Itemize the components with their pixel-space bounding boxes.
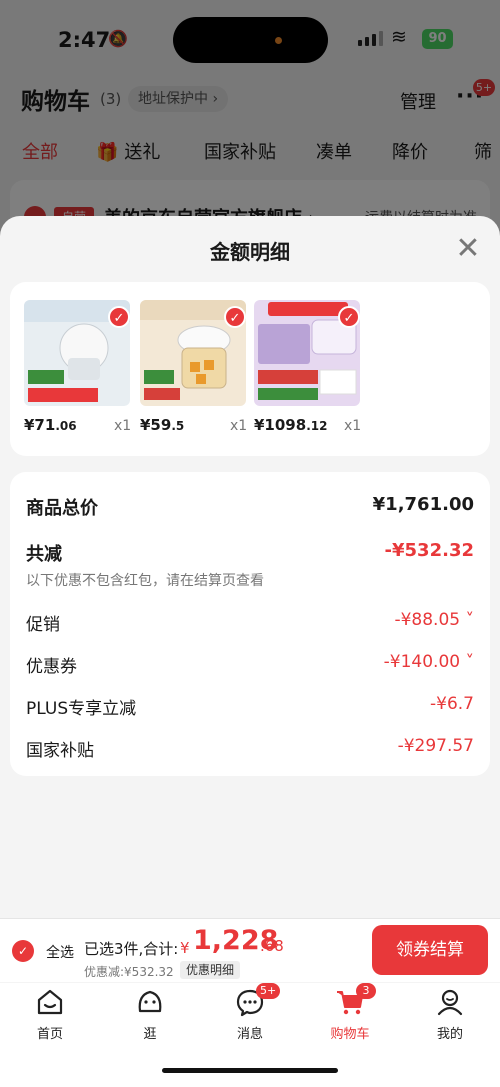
total-price-label: 商品总价 bbox=[26, 498, 98, 519]
promo-value: -¥88.05 ˅ bbox=[394, 610, 474, 630]
reduced-note: 以下优惠不包含红包，请在结算页查看 bbox=[26, 573, 264, 589]
price-dec: .5 bbox=[171, 419, 185, 433]
product-thumbnails: ✓ ¥71.06 x1 ✓ ¥59.5 x1 ✓ ¥1098.12 x1 bbox=[10, 282, 490, 456]
tab-profile-label: 我的 bbox=[436, 1027, 463, 1042]
total-reduced-value: -¥532.32 bbox=[384, 540, 474, 561]
product-price: ¥59.5 bbox=[140, 416, 184, 434]
price-int: ¥1098 bbox=[254, 416, 307, 434]
plus-discount-label: PLUS专享立减 bbox=[26, 699, 137, 719]
profile-icon bbox=[437, 989, 463, 1016]
close-icon[interactable]: ✕ bbox=[452, 234, 484, 266]
sheet-title: 金额明细 bbox=[210, 240, 290, 264]
tab-profile[interactable]: 我的 bbox=[410, 983, 490, 1042]
product-check-icon[interactable]: ✓ bbox=[108, 306, 130, 328]
price-int: ¥59 bbox=[140, 416, 172, 434]
tab-home-label: 首页 bbox=[36, 1027, 63, 1042]
total-currency: ¥ bbox=[180, 939, 190, 957]
cart-badge: 3 bbox=[356, 983, 376, 999]
discount-summary: 优惠减:¥532.32 bbox=[84, 965, 174, 979]
tab-discover[interactable]: 逛 bbox=[110, 983, 190, 1042]
select-all-check-icon[interactable]: ✓ bbox=[12, 940, 34, 962]
bottom-tab-bar: 首页 逛 5+ 消息 3 购物车 我的 bbox=[0, 983, 500, 1087]
coupon-label: 优惠券 bbox=[26, 657, 77, 677]
tab-cart-label: 购物车 bbox=[330, 1027, 370, 1042]
amount-breakdown: 商品总价 ¥1,761.00 共减 -¥532.32 以下优惠不包含红包，请在结… bbox=[10, 472, 490, 776]
product-qty: x1 bbox=[114, 418, 132, 434]
tab-messages[interactable]: 5+ 消息 bbox=[210, 983, 290, 1042]
national-subsidy-value: -¥297.57 bbox=[397, 736, 474, 756]
checkout-bar: ✓ 全选 已选3件,合计: ¥ 1,228 .68 优惠减:¥532.32 优惠… bbox=[0, 918, 500, 982]
tab-home[interactable]: 首页 bbox=[10, 983, 90, 1042]
price-int: ¥71 bbox=[24, 416, 56, 434]
product-check-icon[interactable]: ✓ bbox=[338, 306, 360, 328]
product-price: ¥71.06 bbox=[24, 416, 77, 434]
select-all-label[interactable]: 全选 bbox=[46, 942, 74, 962]
total-decimal: .68 bbox=[260, 937, 284, 955]
product-qty: x1 bbox=[344, 418, 362, 434]
product-check-icon[interactable]: ✓ bbox=[224, 306, 246, 328]
plus-discount-value: -¥6.7 bbox=[430, 694, 474, 714]
total-price-value: ¥1,761.00 bbox=[372, 494, 474, 515]
checkout-button[interactable]: 领券结算 bbox=[372, 925, 488, 975]
messages-badge: 5+ bbox=[256, 983, 281, 999]
discover-icon bbox=[138, 990, 162, 1013]
coupon-value: -¥140.00 ˅ bbox=[383, 652, 474, 672]
tab-messages-label: 消息 bbox=[236, 1027, 263, 1042]
tab-discover-label: 逛 bbox=[143, 1027, 157, 1042]
home-indicator bbox=[162, 1068, 338, 1073]
product-qty: x1 bbox=[230, 418, 248, 434]
product-price: ¥1098.12 bbox=[254, 416, 327, 434]
home-icon bbox=[37, 989, 63, 1015]
tab-cart[interactable]: 3 购物车 bbox=[310, 983, 390, 1042]
discount-detail-button[interactable]: 优惠明细 bbox=[180, 961, 241, 979]
selected-summary: 已选3件,合计: bbox=[84, 940, 179, 958]
price-dec: .12 bbox=[306, 419, 328, 433]
promo-label: 促销 bbox=[26, 615, 60, 635]
price-dec: .06 bbox=[55, 419, 77, 433]
national-subsidy-label: 国家补贴 bbox=[26, 741, 94, 761]
total-reduced-label: 共减 bbox=[26, 544, 62, 565]
